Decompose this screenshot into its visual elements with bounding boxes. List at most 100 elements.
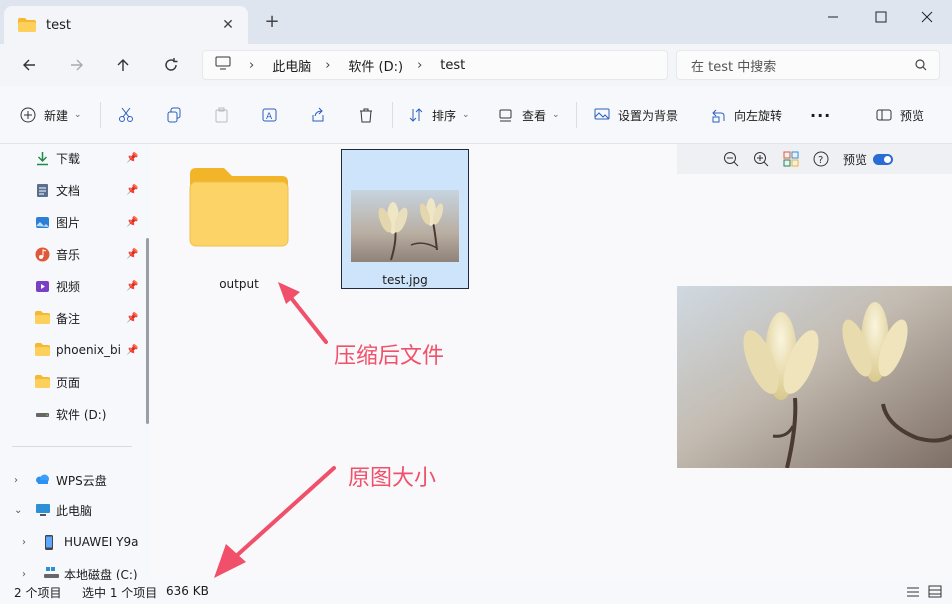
pin-icon: 📌 — [126, 152, 139, 164]
selection-size: 636 KB — [166, 584, 209, 598]
chevron-right-icon[interactable]: › — [22, 537, 26, 548]
cut-button[interactable] — [118, 104, 142, 126]
breadcrumb-this-pc[interactable]: 此电脑 — [272, 56, 311, 75]
sidebar-item-this-pc[interactable]: ⌄ 此电脑 — [0, 498, 148, 522]
wallpaper-icon — [594, 108, 610, 120]
sidebar-item-wps-cloud[interactable]: › WPS云盘 — [0, 468, 148, 492]
title-bar: test ✕ + — [0, 0, 952, 44]
file-list: output test.jpg 压缩后文件 原图大小 — [150, 144, 677, 580]
new-tab-button[interactable]: + — [262, 12, 282, 32]
sidebar-scrollbar[interactable] — [146, 238, 149, 424]
tab-test[interactable]: test ✕ — [4, 6, 248, 44]
sidebar-item-pages[interactable]: 页面 — [0, 370, 148, 394]
video-icon — [35, 279, 50, 294]
copy-icon — [167, 107, 181, 123]
trash-icon — [360, 108, 372, 123]
up-arrow-icon[interactable] — [112, 54, 134, 76]
preview-label: 预览 — [900, 108, 925, 123]
sidebar-item-label: HUAWEI Y9a — [64, 535, 139, 549]
back-arrow-icon[interactable] — [18, 54, 40, 76]
sidebar-item-documents[interactable]: 文档 📌 — [0, 178, 148, 202]
tiles-view-icon[interactable] — [928, 585, 942, 601]
new-button[interactable]: 新建 ⌄ — [20, 104, 82, 126]
zoom-out-icon[interactable] — [723, 151, 739, 167]
rename-button[interactable]: A — [262, 104, 286, 126]
sidebar-item-notes[interactable]: 备注 📌 — [0, 306, 148, 330]
sort-button[interactable]: 排序 ⌄ — [408, 104, 470, 126]
drive-icon — [35, 407, 50, 422]
tab-close-icon[interactable]: ✕ — [218, 15, 238, 35]
sidebar-item-videos[interactable]: 视频 📌 — [0, 274, 148, 298]
sidebar-item-pictures[interactable]: 图片 📌 — [0, 210, 148, 234]
chevron-down-icon: ⌄ — [552, 110, 560, 120]
rename-icon: A — [262, 108, 277, 122]
breadcrumb-drive-d[interactable]: 软件 (D:) — [348, 56, 403, 75]
sidebar-item-drive-d[interactable]: 软件 (D:) — [0, 402, 148, 426]
cloud-icon — [35, 473, 50, 488]
copy-button[interactable] — [166, 104, 190, 126]
set-background-button[interactable]: 设置为背景 — [594, 104, 678, 126]
preview-toggle[interactable]: 预览 — [843, 151, 894, 168]
picture-icon — [35, 215, 50, 230]
address-bar[interactable]: › 此电脑 › 软件 (D:) › test — [202, 50, 668, 80]
view-label: 查看 — [522, 108, 547, 123]
search-icon — [915, 59, 927, 75]
folder-icon — [35, 342, 50, 358]
search-placeholder: 在 test 中搜索 — [691, 59, 777, 75]
divider — [100, 102, 101, 128]
status-bar: 2 个项目 选中 1 个项目 636 KB — [0, 580, 952, 604]
sidebar-item-phoenix[interactable]: phoenix_bir 📌 — [0, 338, 148, 362]
chevron-right-icon[interactable]: › — [14, 475, 18, 486]
preview-toolbar: ? 预览 — [677, 144, 952, 174]
maximize-button[interactable] — [866, 6, 896, 28]
preview-image — [677, 286, 952, 468]
share-button[interactable] — [310, 104, 334, 126]
sidebar-item-huawei[interactable]: › HUAWEI Y9a — [0, 530, 148, 554]
sidebar-item-downloads[interactable]: 下载 📌 — [0, 146, 148, 170]
sort-label: 排序 — [432, 108, 457, 123]
refresh-icon[interactable] — [160, 54, 182, 76]
image-thumbnail — [351, 190, 459, 262]
svg-text:A: A — [266, 112, 273, 122]
chevron-down-icon[interactable]: ⌄ — [14, 505, 22, 516]
divider — [576, 102, 577, 128]
plus-circle-icon — [20, 107, 36, 123]
pin-icon: 📌 — [126, 344, 139, 356]
breadcrumb-test[interactable]: test — [440, 58, 465, 73]
close-window-button[interactable] — [912, 6, 942, 28]
address-row: › 此电脑 › 软件 (D:) › test 在 test 中搜索 — [0, 44, 952, 86]
divider — [12, 446, 132, 447]
sidebar-item-label: phoenix_bir — [56, 343, 122, 357]
rotate-left-button[interactable]: 向左旋转 — [710, 104, 782, 126]
preview-toggle-label: 预览 — [843, 152, 868, 167]
rotate-left-label: 向左旋转 — [734, 108, 783, 123]
phone-icon — [44, 534, 59, 550]
sidebar-item-music[interactable]: 音乐 📌 — [0, 242, 148, 266]
apps-icon[interactable] — [783, 151, 799, 167]
download-icon — [35, 151, 50, 166]
chevron-right-icon[interactable]: › — [22, 569, 26, 580]
search-input[interactable]: 在 test 中搜索 — [676, 50, 940, 80]
more-options-button[interactable]: ··· — [810, 104, 831, 126]
chevron-down-icon: ⌄ — [462, 110, 470, 120]
toggle-switch-icon — [873, 153, 894, 165]
chevron-down-icon: ⌄ — [74, 110, 82, 120]
file-item-output[interactable]: output — [184, 164, 294, 291]
delete-button[interactable] — [358, 104, 382, 126]
annotation-compressed-file: 压缩后文件 — [334, 344, 445, 369]
pin-icon: 📌 — [126, 216, 139, 228]
preview-pane-button[interactable]: 预览 — [876, 104, 924, 126]
pin-icon: 📌 — [126, 184, 139, 196]
file-item-test-jpg[interactable]: test.jpg — [341, 149, 469, 289]
forward-arrow-icon[interactable] — [66, 54, 88, 76]
sidebar-item-label: 此电脑 — [56, 503, 93, 518]
tab-title: test — [46, 17, 71, 33]
command-bar: 新建 ⌄ A 排序 ⌄ 查看 ⌄ 设置为背景 向左旋转 ··· 预览 — [0, 86, 952, 144]
help-icon[interactable]: ? — [813, 151, 829, 167]
paste-button[interactable] — [214, 104, 238, 126]
details-view-icon[interactable] — [906, 586, 920, 601]
music-icon — [35, 247, 50, 262]
minimize-button[interactable] — [818, 6, 848, 28]
zoom-in-icon[interactable] — [753, 151, 769, 167]
view-button[interactable]: 查看 ⌄ — [498, 104, 560, 126]
